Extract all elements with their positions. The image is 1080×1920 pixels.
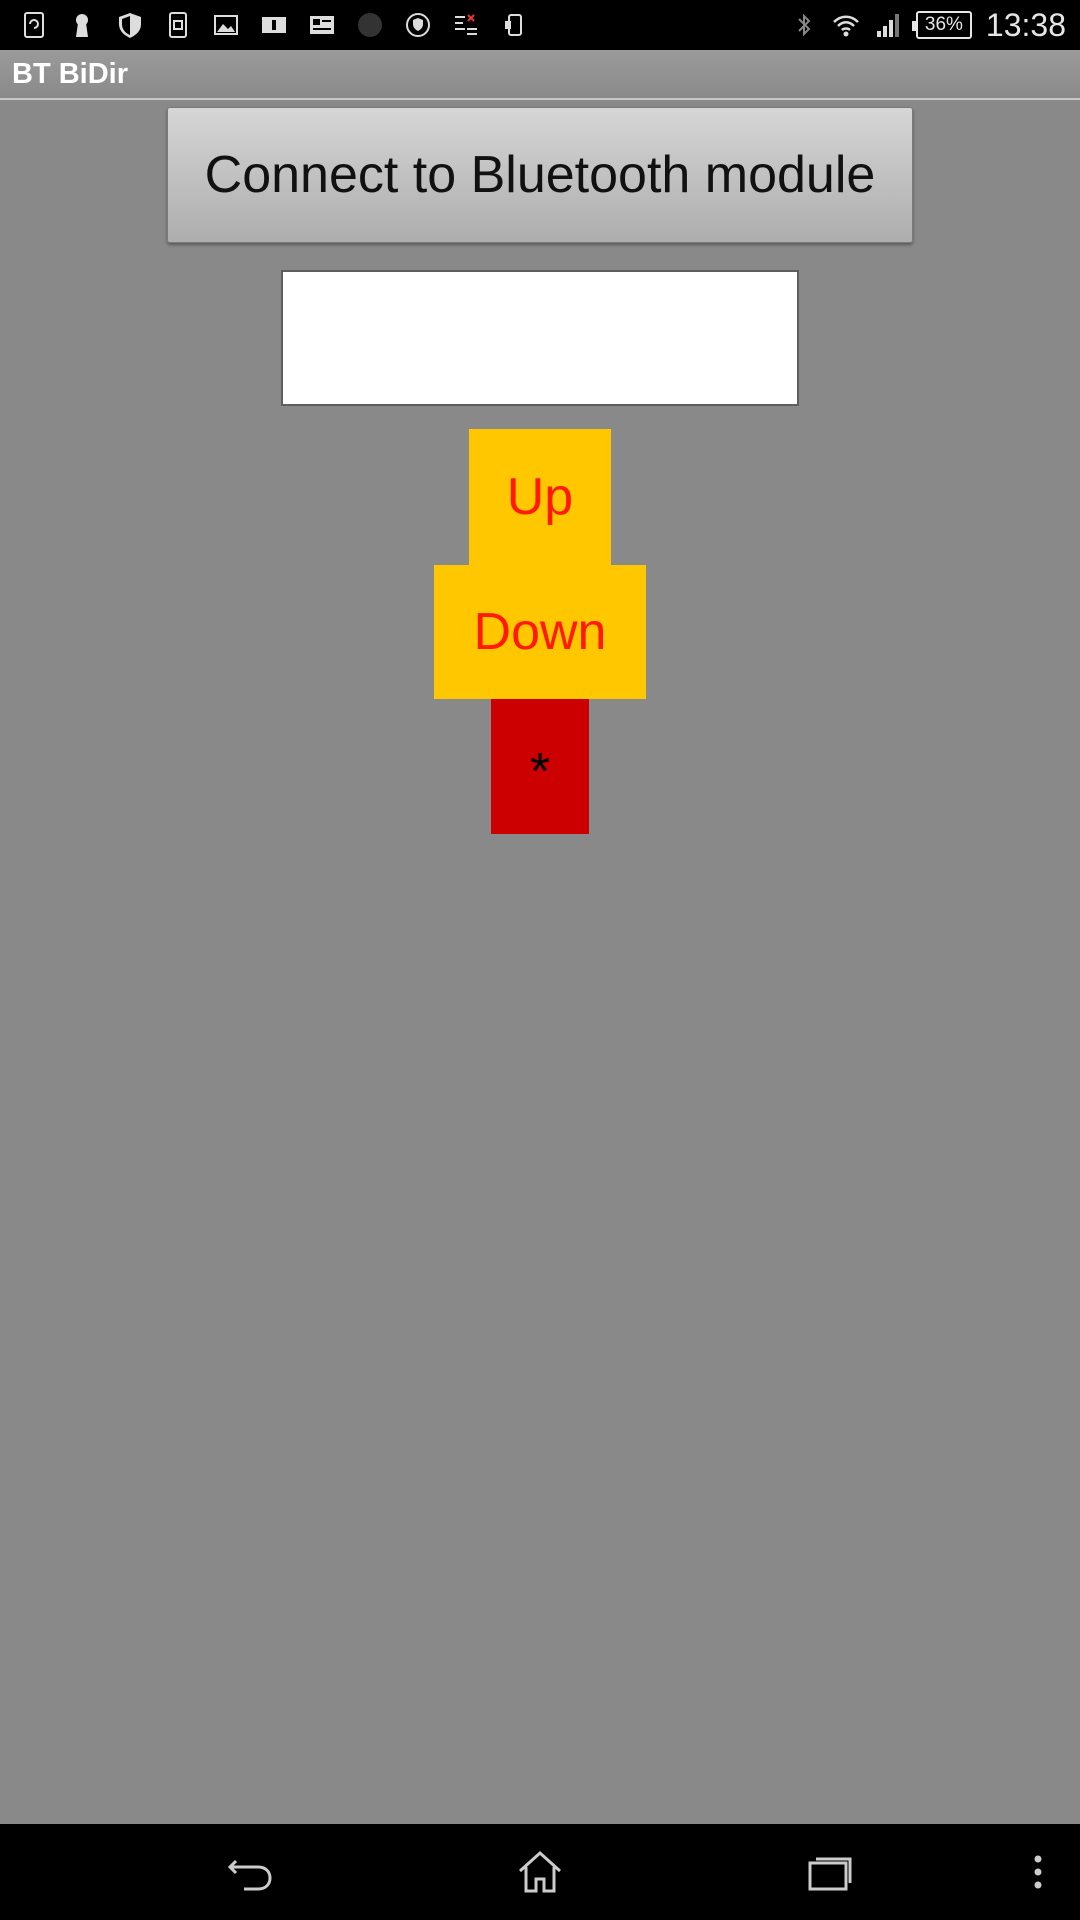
star-button[interactable]: * xyxy=(491,699,589,834)
wifi-icon xyxy=(832,10,860,40)
message-text-field[interactable] xyxy=(281,270,799,406)
info-card-icon xyxy=(260,10,288,40)
title-bar: BT BiDir xyxy=(0,50,1080,100)
back-icon[interactable] xyxy=(218,1842,282,1902)
list-check-icon xyxy=(452,10,480,40)
news-icon xyxy=(308,10,336,40)
navigation-bar xyxy=(0,1824,1080,1920)
status-bar: 36% 13:38 xyxy=(0,0,1080,50)
connect-bluetooth-button[interactable]: Connect to Bluetooth module xyxy=(167,107,913,243)
copy-icon xyxy=(164,10,192,40)
app-title: BT BiDir xyxy=(12,57,128,90)
recent-apps-icon[interactable] xyxy=(798,1842,862,1902)
screen: 36% 13:38 BT BiDir Connect to Bluetooth … xyxy=(0,0,1080,1920)
up-button[interactable]: Up xyxy=(469,429,611,565)
usb-phone-icon xyxy=(500,10,528,40)
image-icon xyxy=(212,10,240,40)
status-right-icons: 36% 13:38 xyxy=(790,7,1080,44)
sync-icon xyxy=(20,10,48,40)
bluetooth-icon xyxy=(790,10,818,40)
shield-badge-icon xyxy=(404,10,432,40)
overflow-menu-icon[interactable] xyxy=(1008,1842,1068,1902)
status-clock: 13:38 xyxy=(985,6,1066,43)
home-icon[interactable] xyxy=(508,1842,572,1902)
down-button[interactable]: Down xyxy=(434,565,646,699)
status-left-icons xyxy=(0,10,528,40)
circle-app-icon xyxy=(356,10,384,40)
signal-icon xyxy=(874,10,902,40)
keyhole-icon xyxy=(68,10,96,40)
battery-icon: 36% xyxy=(911,11,972,39)
shield-icon xyxy=(116,10,144,40)
